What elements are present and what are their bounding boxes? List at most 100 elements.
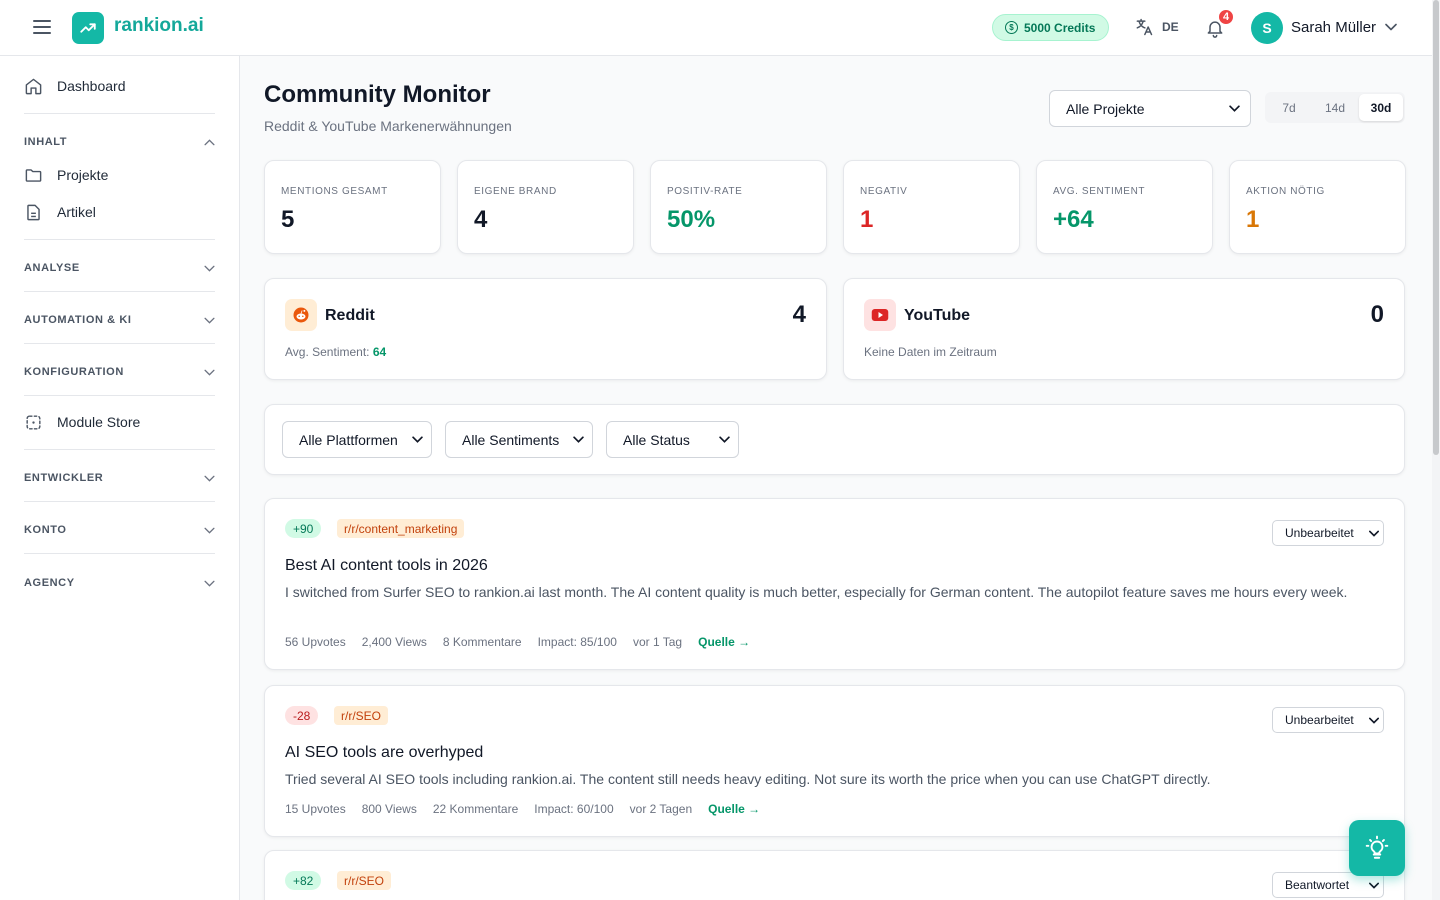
section-analyse[interactable]: ANALYSE bbox=[24, 258, 215, 278]
status-value: Unbearbeitet bbox=[1285, 526, 1354, 540]
upvotes: 56 Upvotes bbox=[285, 635, 346, 649]
chevron-down-icon[interactable] bbox=[1385, 23, 1397, 31]
sidebar-item-label: Module Store bbox=[57, 414, 141, 430]
chevron-down-icon bbox=[204, 527, 215, 534]
idea-fab-button[interactable] bbox=[1349, 820, 1405, 876]
chevron-down-icon bbox=[412, 436, 423, 443]
scrollbar-thumb[interactable] bbox=[1433, 0, 1439, 455]
section-agency[interactable]: AGENCY bbox=[24, 573, 215, 593]
section-automation[interactable]: AUTOMATION & KI bbox=[24, 310, 215, 330]
section-label: AUTOMATION & KI bbox=[24, 314, 132, 326]
filter-bar: Alle Plattformen Alle Sentiments Alle St… bbox=[264, 404, 1405, 475]
translate-icon bbox=[1136, 18, 1153, 36]
platform-name: YouTube bbox=[904, 307, 971, 324]
language-switcher[interactable]: DE bbox=[1134, 17, 1179, 37]
stat-label: EIGENE BRAND bbox=[474, 186, 557, 197]
chevron-down-icon bbox=[204, 317, 215, 324]
sentiment-filter-select[interactable]: Alle Sentiments bbox=[445, 421, 593, 458]
range-14d-button[interactable]: 14d bbox=[1313, 94, 1357, 121]
menu-icon[interactable] bbox=[33, 20, 51, 34]
section-label: INHALT bbox=[24, 136, 68, 148]
sidebar-item-module-store[interactable]: Module Store bbox=[24, 410, 140, 434]
mention-meta: 15 Upvotes 800 Views 22 Kommentare Impac… bbox=[285, 802, 760, 816]
logo-icon[interactable] bbox=[72, 12, 104, 44]
comments: 22 Kommentare bbox=[432, 802, 519, 816]
divider bbox=[24, 501, 215, 502]
sidebar-item-artikel[interactable]: Artikel bbox=[24, 200, 96, 224]
scrollbar[interactable] bbox=[1432, 0, 1440, 900]
views: 800 Views bbox=[361, 802, 417, 816]
mention-title: AI SEO tools are overhyped bbox=[285, 744, 484, 761]
sidebar-item-projekte[interactable]: Projekte bbox=[24, 163, 108, 187]
mention-status-select[interactable]: Unbearbeitet bbox=[1272, 707, 1384, 733]
subreddit-tag: r/r/content_marketing bbox=[337, 519, 465, 538]
upvotes: 15 Upvotes bbox=[285, 802, 346, 816]
range-30d-button[interactable]: 30d bbox=[1359, 94, 1403, 121]
divider bbox=[24, 343, 215, 344]
source-link[interactable]: Quelle → bbox=[708, 802, 760, 816]
reddit-icon bbox=[285, 299, 317, 331]
section-konfiguration[interactable]: KONFIGURATION bbox=[24, 362, 215, 382]
views: 2,400 Views bbox=[361, 635, 427, 649]
sidebar: Dashboard INHALT Projekte Artikel ANALYS… bbox=[0, 56, 240, 900]
section-inhalt[interactable]: INHALT bbox=[24, 132, 215, 152]
section-konto[interactable]: KONTO bbox=[24, 520, 215, 540]
mention-status-select[interactable]: Unbearbeitet bbox=[1272, 520, 1384, 546]
main-content: Community Monitor Reddit & YouTube Marke… bbox=[240, 56, 1432, 900]
platform-card-youtube[interactable]: YouTube 0 Keine Daten im Zeitraum bbox=[843, 278, 1405, 380]
stat-value: 1 bbox=[1246, 206, 1260, 233]
language-label: DE bbox=[1162, 20, 1179, 34]
brand-name[interactable]: rankion.ai bbox=[114, 15, 204, 37]
range-7d-button[interactable]: 7d bbox=[1267, 94, 1311, 121]
chevron-up-icon bbox=[204, 138, 215, 145]
section-label: KONTO bbox=[24, 524, 67, 536]
status-filter-select[interactable]: Alle Status bbox=[606, 421, 739, 458]
stat-value: 5 bbox=[281, 206, 295, 233]
project-select-value: Alle Projekte bbox=[1066, 100, 1145, 117]
sentiment-score-badge: -28 bbox=[285, 706, 319, 725]
sentiment-label: Avg. Sentiment: bbox=[285, 345, 370, 359]
user-name[interactable]: Sarah Müller bbox=[1291, 19, 1376, 36]
mention-card: +82 r/r/SEO Beantwortet bbox=[264, 850, 1405, 900]
section-label: ANALYSE bbox=[24, 262, 80, 274]
stat-label: NEGATIV bbox=[860, 186, 908, 197]
chevron-down-icon bbox=[204, 475, 215, 482]
platform-note: Keine Daten im Zeitraum bbox=[864, 345, 997, 359]
mention-text: Tried several AI SEO tools including ran… bbox=[285, 771, 1211, 787]
chevron-down-icon bbox=[1369, 717, 1379, 724]
folder-icon bbox=[25, 168, 42, 182]
stat-label: AVG. SENTIMENT bbox=[1053, 186, 1146, 197]
chevron-down-icon bbox=[1369, 882, 1379, 889]
module-icon bbox=[26, 414, 41, 430]
divider bbox=[24, 113, 215, 114]
mention-text: I switched from Surfer SEO to rankion.ai… bbox=[285, 584, 1348, 600]
section-label: ENTWICKLER bbox=[24, 472, 104, 484]
project-select[interactable]: Alle Projekte bbox=[1049, 90, 1251, 127]
stat-label: MENTIONS GESAMT bbox=[281, 186, 388, 197]
divider bbox=[24, 553, 215, 554]
platform-count: 4 bbox=[792, 301, 806, 328]
divider bbox=[24, 239, 215, 240]
divider bbox=[24, 395, 215, 396]
avatar[interactable]: S bbox=[1251, 12, 1283, 44]
source-link[interactable]: Quelle → bbox=[698, 635, 750, 649]
stat-card-negative: NEGATIV 1 bbox=[843, 160, 1020, 254]
mention-card: +90 r/r/content_marketing Unbearbeitet B… bbox=[264, 498, 1405, 670]
chevron-down-icon bbox=[204, 265, 215, 272]
sidebar-item-dashboard[interactable]: Dashboard bbox=[24, 74, 126, 98]
coin-icon: $ bbox=[1005, 21, 1018, 34]
sentiment-score-badge: +90 bbox=[285, 519, 322, 538]
comments: 8 Kommentare bbox=[442, 635, 522, 649]
timestamp: vor 1 Tag bbox=[632, 635, 683, 649]
document-icon bbox=[27, 204, 40, 220]
credits-badge[interactable]: $ 5000 Credits bbox=[992, 14, 1110, 41]
filter-value: Alle Plattformen bbox=[299, 431, 398, 448]
status-value: Beantwortet bbox=[1285, 878, 1350, 892]
sidebar-item-label: Projekte bbox=[57, 167, 109, 183]
platform-name: Reddit bbox=[325, 307, 375, 324]
platform-card-reddit[interactable]: Reddit 4 Avg. Sentiment: 64 bbox=[264, 278, 827, 380]
page-subtitle: Reddit & YouTube Markenerwähnungen bbox=[264, 118, 512, 134]
platform-filter-select[interactable]: Alle Plattformen bbox=[282, 421, 432, 458]
section-entwickler[interactable]: ENTWICKLER bbox=[24, 468, 215, 488]
notification-badge: 4 bbox=[1217, 8, 1235, 26]
